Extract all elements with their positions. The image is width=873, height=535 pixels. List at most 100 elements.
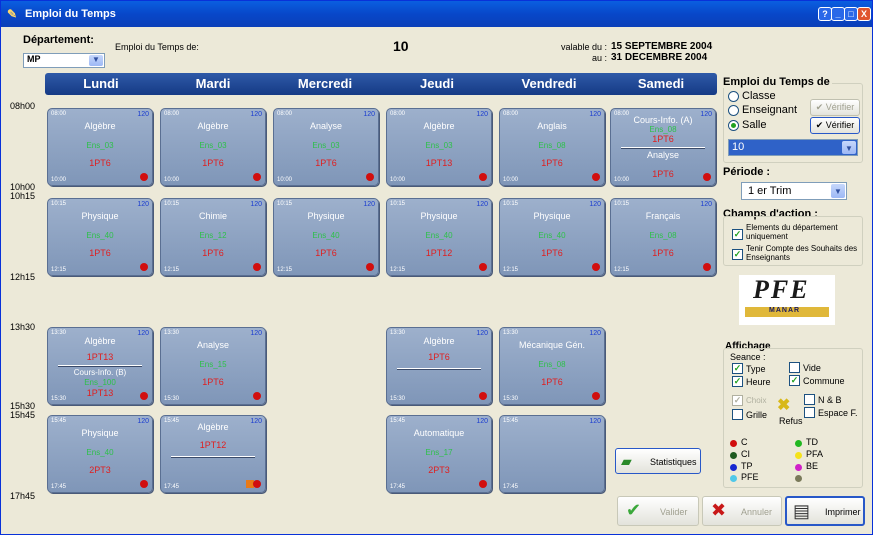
session-cell[interactable]: 13:30 120 Analyse Ens_15 1PT6 15:30 [160,327,266,405]
legend-pfa-icon [795,452,802,459]
imprimer-button[interactable]: ▤ Imprimer [785,496,865,526]
session-cell[interactable]: 15:45 120 Algèbre 1PT12 17:45 [160,415,266,493]
help-button[interactable]: ? [818,7,832,21]
option-label: Classe [742,90,776,102]
room-label: Ens_03 [425,141,453,150]
grille-checkbox[interactable] [732,409,743,420]
legend-ci-icon [730,452,737,459]
radio-classe[interactable] [728,91,739,102]
capacity: 120 [250,201,262,208]
close-button[interactable]: X [857,7,871,21]
capacity: 120 [589,201,601,208]
group-label: 1PT6 [202,248,224,258]
session-cell[interactable]: 13:30 120 Algèbre 1PT13 Cours-Info. (B) E… [47,327,153,405]
session-cell[interactable]: 13:30 120 Algèbre 1PT6 15:30 [386,327,492,405]
dept-select[interactable]: MP ▼ [23,53,105,68]
chevron-down-icon[interactable]: ▼ [842,141,856,154]
chevron-down-icon[interactable]: ▼ [89,55,103,66]
option-label: Elements du département uniquement [746,223,838,241]
verifier-button-disabled[interactable]: ✔ Vérifier [810,99,860,116]
session-cell[interactable]: 15:45 120 17:45 [499,415,605,493]
status-dot-icon [140,392,148,400]
periode-title: Période : [723,166,773,178]
status-dot-icon [253,173,261,181]
salle-select[interactable]: 10 ▼ [728,139,858,156]
session-cell[interactable]: 08:00 120 Cours-Info. (A) Ens_08 1PT6 Ana… [610,108,716,186]
option-label: Espace F. [818,408,858,418]
group-label: 1PT6 [428,352,450,362]
session-cell[interactable]: 08:00 120 Analyse Ens_03 1PT6 10:00 [273,108,379,186]
room-label: Ens_100 [84,378,116,387]
chevron-down-icon[interactable]: ▼ [831,184,845,198]
session-cell[interactable]: 10:15 120 Physique Ens_40 1PT12 12:15 [386,198,492,276]
start-time: 10:15 [51,201,67,207]
subject-label: Mécanique Gén. [518,340,586,350]
radio-salle[interactable] [728,120,739,131]
au-label: au : [591,53,607,63]
annuler-button[interactable]: ✖ Annuler [702,496,782,526]
valider-button[interactable]: ✔ Valider [617,496,699,526]
session-cell[interactable]: 10:15 120 Français Ens_08 1PT6 12:15 [610,198,716,276]
status-dot-icon [479,480,487,488]
periode-select[interactable]: 1 er Trim ▼ [741,182,847,200]
group-label: 1PT12 [199,440,227,450]
option-label: PFA [806,449,824,459]
champ2-checkbox[interactable]: ✓ [732,249,743,260]
verifier-button[interactable]: ✔ Vérifier [810,117,860,134]
label: Vérifier [825,120,855,130]
end-time: 12:15 [164,267,180,273]
session-cell[interactable]: 15:45 120 Automatique Ens_17 2PT3 17:45 [386,415,492,493]
subject-label: Algèbre [197,121,229,131]
capacity: 120 [476,111,488,118]
end-time: 10:00 [51,177,67,183]
session-cell[interactable]: 15:45 120 Physique Ens_40 2PT3 17:45 [47,415,153,493]
session-cell[interactable]: 10:15 120 Physique Ens_40 1PT6 12:15 [499,198,605,276]
legend-c-icon [730,440,737,447]
session-cell[interactable]: 10:15 120 Chimie Ens_12 1PT6 12:15 [160,198,266,276]
session-cell[interactable]: 10:15 120 Physique Ens_40 1PT6 12:15 [47,198,153,276]
session-cell[interactable]: 08:00 120 Anglais Ens_08 1PT6 10:00 [499,108,605,186]
time-label: 12h15 [10,272,36,282]
start-time: 10:15 [390,201,406,207]
espace-checkbox[interactable] [804,407,815,418]
start-time: 10:15 [277,201,293,207]
day-mardi: Mardi [195,76,231,91]
status-dot-icon [140,480,148,488]
room-label: Ens_08 [538,360,566,369]
dept-label: Département: [23,34,94,46]
subject-label: Cours-Info. (A) [633,115,693,125]
capacity: 120 [363,201,375,208]
nb-checkbox[interactable] [804,394,815,405]
type-checkbox[interactable]: ✓ [732,363,743,374]
status-dot-icon [592,173,600,181]
end-time: 12:15 [503,267,519,273]
end-time: 17:45 [51,484,67,490]
edt-label: Emploi du Temps de: [115,42,199,52]
status-dot-icon [253,392,261,400]
champ1-checkbox[interactable]: ✓ [732,229,743,240]
session-cell[interactable]: 08:00 120 Algèbre Ens_03 1PT6 10:00 [160,108,266,186]
room-label: Ens_03 [199,141,227,150]
vide-checkbox[interactable] [789,362,800,373]
time-label: 17h45 [10,491,36,501]
choix-checkbox[interactable]: ✓ [732,395,743,406]
time-label: 08h00 [10,101,36,111]
refus-icon[interactable]: ✖ [777,395,790,415]
radio-enseignant[interactable] [728,105,739,116]
session-cell[interactable]: 13:30 120 Mécanique Gén. Ens_08 1PT6 15:3… [499,327,605,405]
statistiques-button[interactable]: ▰ Statistiques [615,448,701,474]
status-dot-icon [479,392,487,400]
session-cell[interactable]: 08:00 120 Algèbre Ens_03 1PT6 10:00 [47,108,153,186]
session-cell[interactable]: 10:15 120 Physique Ens_40 1PT6 12:15 [273,198,379,276]
subject-label: Analyse [309,121,343,131]
legend-pfe-icon [730,475,737,482]
maximize-button[interactable]: □ [844,7,858,21]
start-time: 13:30 [164,330,180,336]
session-cell[interactable]: 08:00 120 Algèbre Ens_03 1PT13 10:00 [386,108,492,186]
end-time: 10:00 [503,177,519,183]
capacity: 120 [476,201,488,208]
time-label: 15h45 [10,410,36,420]
commune-checkbox[interactable]: ✓ [789,375,800,386]
heure-checkbox[interactable]: ✓ [732,376,743,387]
minimize-button[interactable]: _ [831,7,845,21]
